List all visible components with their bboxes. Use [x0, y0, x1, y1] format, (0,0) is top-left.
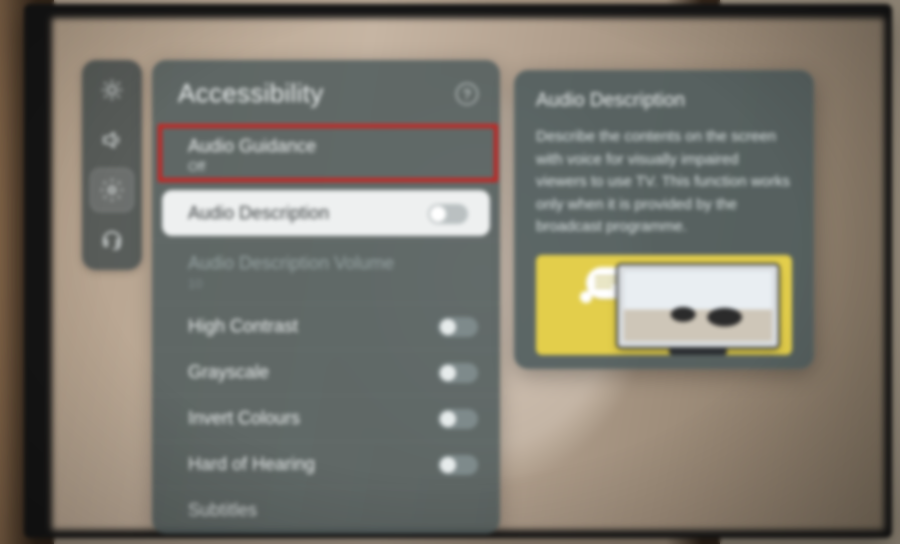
- tv-frame: Accessibility ? Audio Guidance Off Audio…: [24, 4, 892, 538]
- speech-bubble-icon: [586, 267, 628, 299]
- row-label: Audio Description: [188, 203, 329, 223]
- card-title: Audio Description: [536, 90, 792, 112]
- toggle-grayscale[interactable]: [438, 363, 478, 383]
- row-high-contrast[interactable]: High Contrast: [152, 303, 500, 349]
- rail-item-sound[interactable]: [90, 118, 134, 162]
- rail-item-general[interactable]: [90, 168, 134, 212]
- row-invert-colours[interactable]: Invert Colours: [152, 395, 500, 441]
- toggle-high-contrast[interactable]: [438, 317, 478, 337]
- settings-icon: [100, 178, 124, 202]
- sound-icon: [100, 128, 124, 152]
- support-icon: [100, 228, 124, 252]
- row-audio-description[interactable]: Audio Description: [162, 190, 490, 236]
- brightness-icon: [100, 78, 124, 102]
- tv-video-background: [52, 18, 884, 530]
- info-card: Audio Description Describe the contents …: [514, 70, 814, 369]
- photo-background: Accessibility ? Audio Guidance Off Audio…: [0, 0, 900, 544]
- row-subtitles[interactable]: Subtitles: [152, 487, 500, 533]
- card-body: Describe the contents on the screen with…: [536, 126, 792, 239]
- row-label: Audio Description Volume: [188, 253, 394, 273]
- toggle-hard-of-hearing[interactable]: [438, 455, 478, 475]
- row-grayscale[interactable]: Grayscale: [152, 349, 500, 395]
- row-value: 10: [188, 276, 478, 291]
- annotation-highlight: [158, 124, 498, 182]
- row-label: Audio Guidance: [188, 136, 316, 156]
- row-hard-of-hearing[interactable]: Hard of Hearing: [152, 441, 500, 487]
- help-button[interactable]: ?: [456, 83, 478, 105]
- row-value: Off: [188, 159, 478, 174]
- row-label: Hard of Hearing: [188, 454, 315, 474]
- rail-item-support[interactable]: [90, 218, 134, 262]
- row-label: Invert Colours: [188, 408, 300, 428]
- row-label: Grayscale: [188, 362, 269, 382]
- settings-list: Audio Guidance Off Audio Description Aud…: [152, 123, 500, 533]
- accessibility-panel: Accessibility ? Audio Guidance Off Audio…: [152, 60, 500, 534]
- panel-title: Accessibility: [178, 78, 324, 109]
- toggle-invert-colours[interactable]: [438, 409, 478, 429]
- row-audio-guidance[interactable]: Audio Guidance Off: [152, 123, 500, 186]
- rail-item-picture[interactable]: [90, 68, 134, 112]
- row-label: High Contrast: [188, 316, 298, 336]
- settings-rail: [82, 60, 142, 270]
- toggle-audio-description[interactable]: [428, 204, 468, 224]
- tv-illustration: [618, 265, 778, 347]
- row-audio-description-volume: Audio Description Volume 10: [152, 240, 500, 303]
- card-thumbnail: [536, 255, 792, 355]
- row-label: Subtitles: [188, 500, 257, 520]
